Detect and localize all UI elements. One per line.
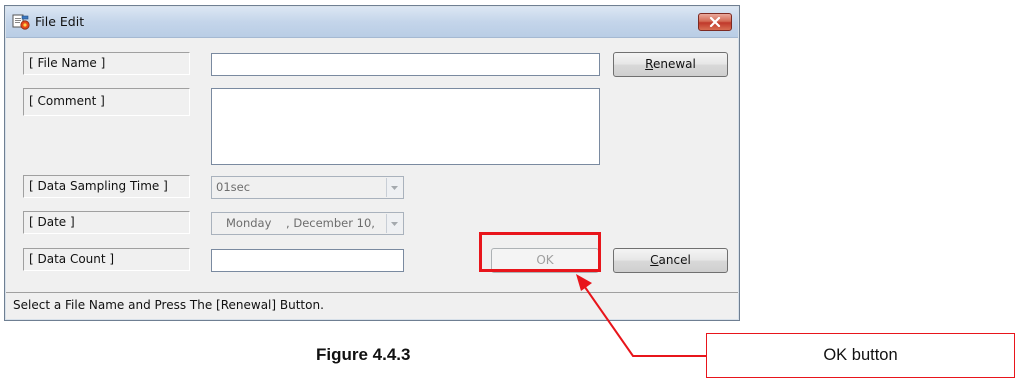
callout-leader-line — [576, 274, 706, 357]
screenshot-stage: File Edit [ File Name ] Renewal [ Commen… — [0, 0, 1018, 381]
figure-caption: Figure 4.4.3 — [316, 345, 411, 364]
ok-button-callout: OK button — [706, 333, 1015, 378]
